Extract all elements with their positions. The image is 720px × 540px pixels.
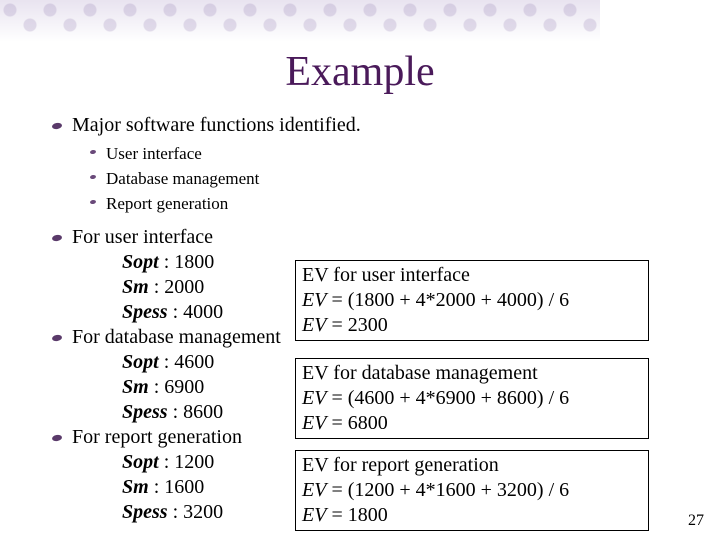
ev-box: EV for report generation EV = (1200 + 4*… — [295, 450, 649, 531]
intro-line: Major software functions identified. — [72, 114, 361, 137]
decorative-header-pattern — [0, 0, 600, 42]
ev-formula: EV = (1800 + 4*2000 + 4000) / 6 — [302, 288, 642, 313]
slide-title: Example — [0, 48, 720, 96]
section-heading: For user interface — [72, 226, 361, 249]
page-number: 27 — [688, 512, 704, 530]
ev-formula: EV = (4600 + 4*6900 + 8600) / 6 — [302, 386, 642, 411]
ev-result: EV = 2300 — [302, 313, 642, 338]
ev-box: EV for user interface EV = (1800 + 4*200… — [295, 260, 649, 341]
function-item: Database management — [106, 168, 361, 191]
ev-result: EV = 6800 — [302, 411, 642, 436]
ev-title: EV for report generation — [302, 453, 642, 478]
ev-title: EV for database management — [302, 361, 642, 386]
function-item: Report generation — [106, 193, 361, 216]
function-item: User interface — [106, 143, 361, 166]
ev-box: EV for database management EV = (4600 + … — [295, 358, 649, 439]
ev-result: EV = 1800 — [302, 503, 642, 528]
ev-title: EV for user interface — [302, 263, 642, 288]
ev-formula: EV = (1200 + 4*1600 + 3200) / 6 — [302, 478, 642, 503]
